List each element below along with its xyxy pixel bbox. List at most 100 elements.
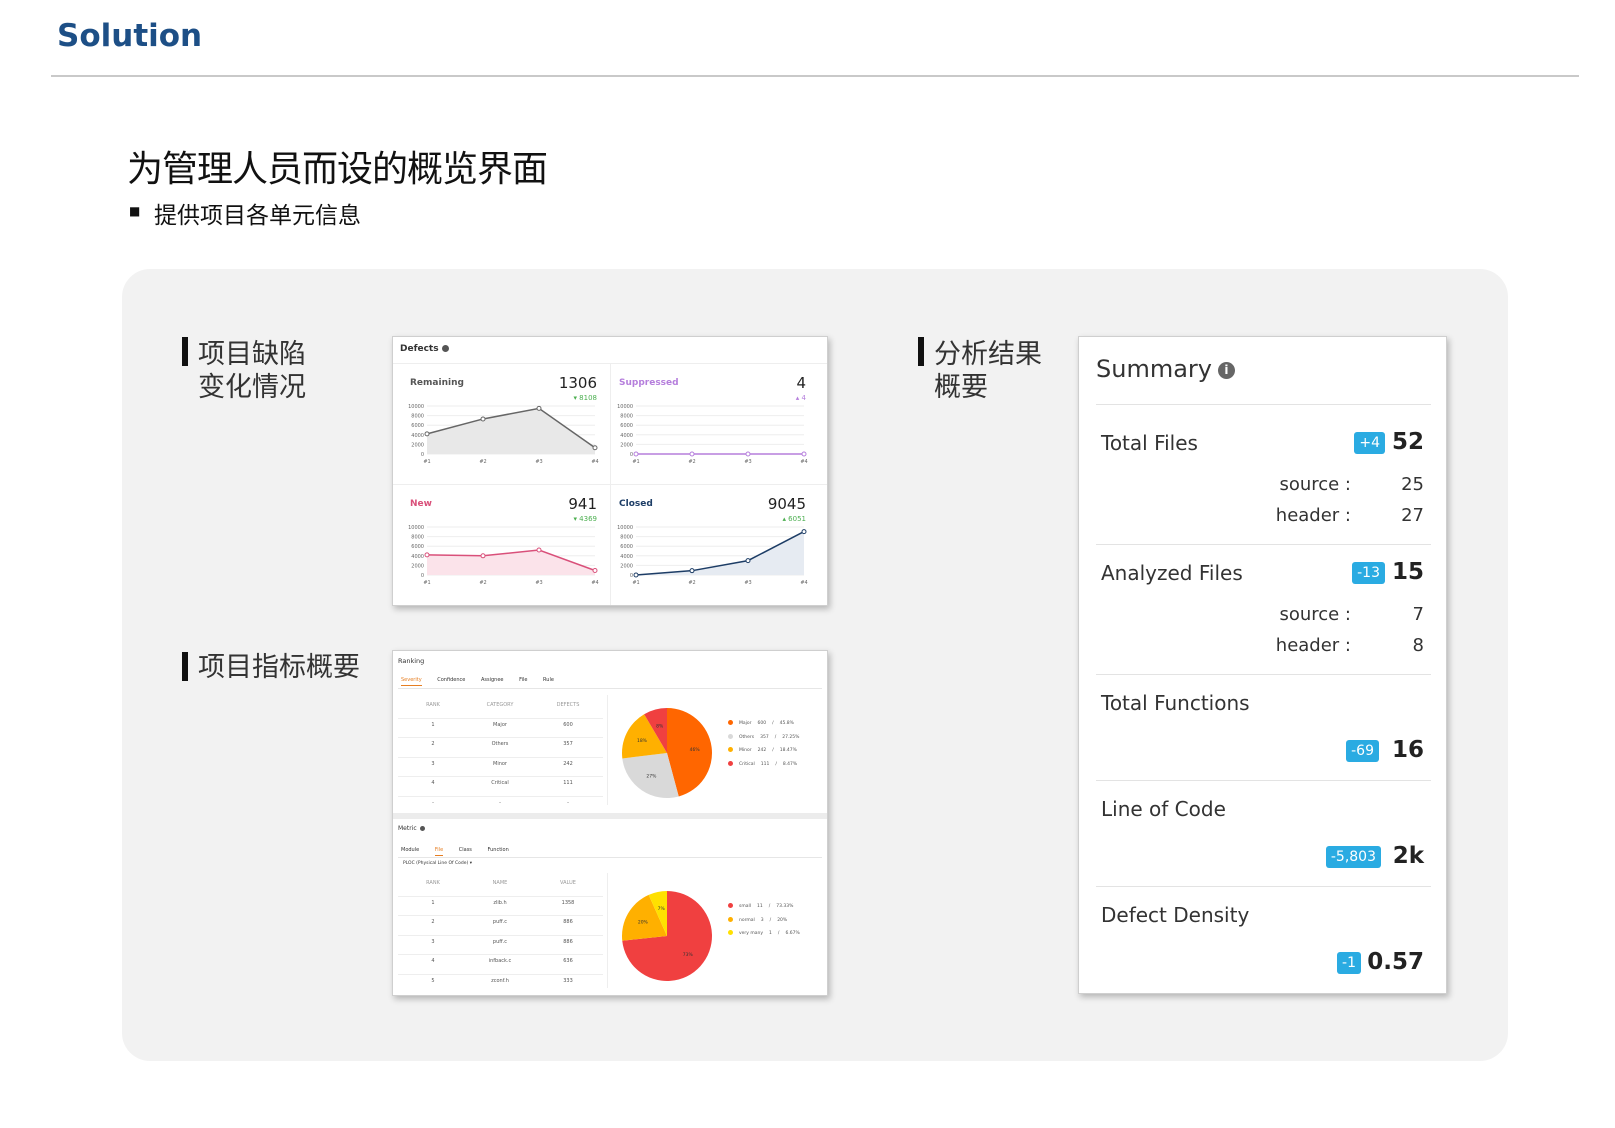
y-tick-label: 6000	[411, 423, 424, 429]
x-tick-label: #2	[479, 459, 486, 465]
defect-quadrant-suppressed[interactable]: Suppressed 4 ▴ 4 10000 8000 6000 4000 2000 0 #…	[606, 364, 816, 482]
info-icon[interactable]	[419, 826, 425, 831]
cell: 886	[563, 919, 573, 925]
main-heading: 为管理人员而设的概览界面	[127, 149, 548, 190]
tab-severity[interactable]: Severity	[401, 677, 422, 686]
data-point	[480, 416, 486, 422]
table-row[interactable]: 5 zconf.h 333	[398, 975, 603, 994]
table-row[interactable]: 3 puff.c 886	[398, 936, 603, 955]
legend-swatch	[728, 916, 733, 922]
tab-file[interactable]: File	[519, 677, 527, 683]
cell: 4	[431, 780, 435, 786]
y-tick-label: 2000	[620, 563, 633, 569]
legend-item[interactable]: Critical 111 / 8.47%	[728, 760, 805, 775]
ranking-tabs: Severity Confidence Assignee File Rule	[401, 677, 568, 686]
tabs-divider	[398, 857, 822, 858]
legend-label: Minor	[739, 748, 752, 753]
tab-rule[interactable]: Rule	[543, 677, 554, 683]
x-tick-label: #3	[744, 459, 751, 465]
legend-item[interactable]: small 11 / 73.33%	[728, 903, 806, 917]
y-tick-label: 8000	[620, 535, 633, 541]
data-point	[536, 547, 542, 553]
legend-item[interactable]: Others 357 / 27.25%	[728, 733, 805, 748]
tab-file[interactable]: File	[434, 847, 444, 856]
section-label-line: 项目缺陷	[198, 339, 306, 370]
quadrant-delta: ▾ 8108	[573, 394, 597, 402]
legend-label: very many	[739, 931, 764, 936]
legend-count: 3	[760, 917, 764, 923]
title-divider	[51, 75, 1579, 77]
y-tick-label: 4000	[620, 433, 633, 439]
legend-label: Critical	[739, 761, 755, 767]
data-point	[689, 451, 695, 457]
metric-tabs: Module File Class Function	[401, 847, 523, 856]
info-icon[interactable]	[441, 345, 449, 352]
source-label: source :	[1279, 604, 1351, 625]
trend-chart: 10000 8000 6000 4000 2000 0#1 #2 #3 #4	[408, 525, 599, 586]
section-bar	[182, 337, 188, 366]
quadrant-delta: ▾ 4369	[573, 515, 597, 523]
ranking-title: Ranking	[398, 657, 425, 665]
x-tick-label: #1	[632, 580, 639, 586]
quadrant-name: Closed	[619, 499, 653, 509]
pie-slice-label: 73%	[683, 952, 694, 958]
column-divider	[607, 873, 608, 988]
severity-pie-chart: 46% 27% 18% 8%	[622, 708, 712, 798]
summary-divider	[1096, 674, 1431, 675]
analyzed-files-value: 15	[1391, 559, 1424, 585]
legend-percent: 18.47%	[779, 748, 797, 753]
cell: infback.c	[488, 958, 512, 964]
pie-slice-label: 18%	[637, 738, 648, 744]
defects-title-text: Defects	[400, 344, 439, 354]
table-row[interactable]: 3 Minor 242	[398, 758, 603, 777]
y-tick-label: 6000	[620, 544, 633, 550]
section-label-line: 分析结果	[934, 339, 1042, 370]
legend-item[interactable]: very many 1 / 6.67%	[728, 930, 806, 944]
line-of-code-delta-badge: -5,803	[1325, 846, 1381, 868]
y-tick-label: 10000	[617, 404, 633, 410]
info-icon[interactable]: i	[1217, 361, 1235, 379]
summary-divider	[1096, 780, 1431, 781]
defect-density-delta-badge: -1	[1337, 952, 1361, 974]
legend-item[interactable]: Minor 242 / 18.47%	[728, 747, 805, 761]
x-tick-label: #1	[423, 459, 430, 465]
defect-quadrant-new[interactable]: New 941 ▾ 4369 10000 8000 6000 4000 2000 0 #1 #…	[397, 485, 607, 603]
tab-confidence[interactable]: Confidence	[437, 677, 465, 683]
table-row[interactable]: 1 zlib.h 1358	[398, 897, 603, 916]
defect-quadrant-remaining[interactable]: Remaining 1306 ▾ 8108 10000 8000 6000 4000 2…	[397, 364, 607, 482]
table-row[interactable]: 2 Others 357	[398, 738, 603, 758]
legend-count: 242	[757, 748, 767, 753]
y-tick-label: 0	[421, 452, 424, 458]
bullet-marker: ■	[129, 204, 141, 218]
table-row[interactable]: 2 puff.c 886	[398, 916, 603, 936]
data-point	[745, 558, 751, 564]
legend-swatch	[728, 760, 733, 766]
legend-item[interactable]: normal 3 / 20%	[728, 916, 806, 931]
y-tick-label: 0	[421, 573, 424, 579]
defect-quadrant-closed[interactable]: Closed 9045 ▴ 6051 10000 8000 6000 4000 2000…	[606, 485, 816, 603]
legend-count: 600	[757, 721, 767, 726]
tab-function[interactable]: Function	[488, 847, 509, 853]
cell: 1358	[561, 899, 575, 906]
section-bar	[182, 652, 188, 681]
table-row[interactable]: 1 Major 600	[398, 719, 603, 738]
table-row[interactable]: 4 infback.c 636	[398, 955, 603, 975]
cell: 636	[563, 958, 573, 964]
quadrant-value: 9045	[767, 495, 806, 513]
cell: Others	[491, 741, 509, 747]
x-tick-label: #4	[591, 580, 598, 586]
section-label-metrics: 项目指标概要	[198, 652, 360, 683]
table-header: RANK NAME VALUE	[398, 877, 603, 897]
cell: 3	[431, 938, 435, 945]
metric-dropdown[interactable]: PLOC (Physical Line Of Code) ▾	[403, 861, 472, 866]
legend-item[interactable]: Major 600 / 45.8%	[728, 720, 805, 734]
table-row[interactable]: 4 Critical 111	[398, 777, 603, 797]
tab-assignee[interactable]: Assignee	[481, 677, 504, 683]
cell: 2	[431, 919, 435, 925]
column-divider	[607, 695, 608, 805]
trend-chart: 10000 8000 6000 4000 2000 0#1 #2 #3 #4	[408, 404, 599, 465]
tab-class[interactable]: Class	[459, 847, 472, 853]
data-point	[480, 553, 486, 559]
legend-percent: 8.47%	[782, 761, 798, 767]
tab-module[interactable]: Module	[401, 847, 419, 853]
